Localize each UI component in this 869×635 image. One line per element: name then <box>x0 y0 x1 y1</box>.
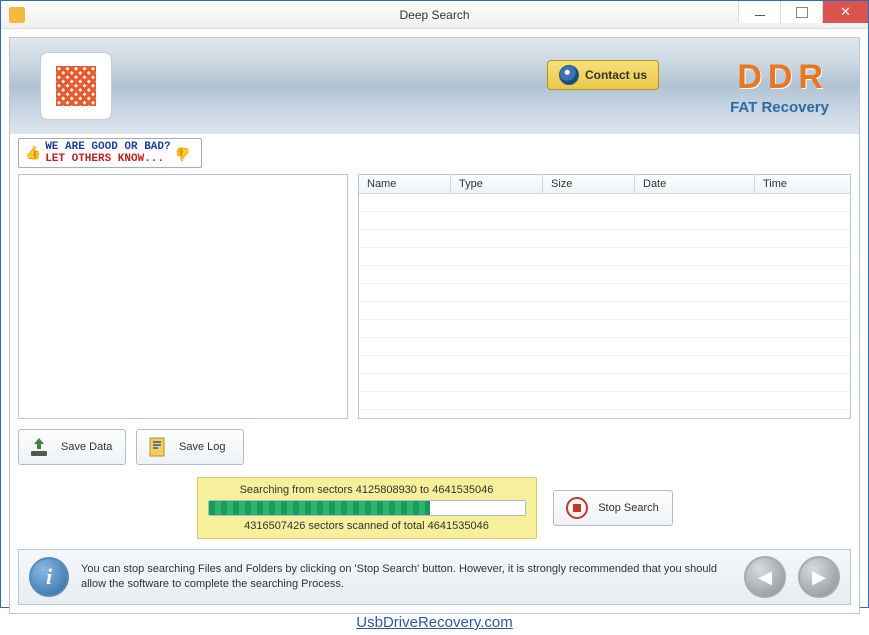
column-date[interactable]: Date <box>635 175 755 193</box>
save-log-icon <box>145 435 169 459</box>
progress-text-bottom: 4316507426 sectors scanned of total 4641… <box>208 520 526 532</box>
table-row <box>359 194 850 212</box>
info-bar: i You can stop searching Files and Folde… <box>18 549 851 605</box>
main-panels: Name Type Size Date Time <box>10 174 859 419</box>
save-data-button[interactable]: Save Data <box>18 429 126 465</box>
table-row <box>359 356 850 374</box>
titlebar[interactable]: Deep Search <box>1 1 868 29</box>
application-window: Deep Search Contact us DDR FAT Recovery <box>0 0 869 608</box>
list-body[interactable] <box>359 194 850 416</box>
body: Contact us DDR FAT Recovery 👍 WE ARE GOO… <box>1 29 868 607</box>
rating-line1: WE ARE GOOD OR BAD? <box>45 141 170 153</box>
save-log-button[interactable]: Save Log <box>136 429 244 465</box>
table-row <box>359 392 850 410</box>
stop-icon <box>566 497 588 519</box>
logo-pattern-icon <box>56 66 96 106</box>
app-logo <box>40 52 112 120</box>
table-row <box>359 338 850 356</box>
info-icon: i <box>29 557 69 597</box>
table-row <box>359 374 850 392</box>
thumbs-up-icon: 👍 <box>25 146 41 161</box>
action-buttons: Save Data Save Log <box>10 419 859 473</box>
rating-line2: LET OTHERS KNOW... <box>45 153 164 165</box>
column-time[interactable]: Time <box>755 175 850 193</box>
thumbs-down-icon: 👍 <box>175 146 191 161</box>
table-row <box>359 266 850 284</box>
progress-section: Searching from sectors 4125808930 to 464… <box>10 473 859 549</box>
save-data-label: Save Data <box>61 441 112 453</box>
footer-link[interactable]: UsbDriveRecovery.com <box>0 614 869 631</box>
header-banner: Contact us DDR FAT Recovery <box>10 38 859 134</box>
table-row <box>359 248 850 266</box>
column-name[interactable]: Name <box>359 175 451 193</box>
column-size[interactable]: Size <box>543 175 635 193</box>
info-text: You can stop searching Files and Folders… <box>81 562 732 593</box>
contact-us-button[interactable]: Contact us <box>547 60 659 90</box>
forward-button[interactable]: ▶ <box>798 556 840 598</box>
maximize-button[interactable] <box>780 1 822 23</box>
progress-box: Searching from sectors 4125808930 to 464… <box>197 477 537 539</box>
progress-text-top: Searching from sectors 4125808930 to 464… <box>208 484 526 496</box>
table-row <box>359 320 850 338</box>
person-icon <box>559 65 579 85</box>
rating-banner[interactable]: 👍 WE ARE GOOD OR BAD? LET OTHERS KNOW...… <box>18 138 202 168</box>
app-icon <box>9 7 25 23</box>
brand-subtitle: FAT Recovery <box>730 99 829 116</box>
save-data-icon <box>27 435 51 459</box>
file-list-panel: Name Type Size Date Time <box>358 174 851 419</box>
list-header: Name Type Size Date Time <box>359 175 850 194</box>
progress-bar-fill <box>209 501 430 515</box>
column-type[interactable]: Type <box>451 175 543 193</box>
minimize-button[interactable] <box>738 1 780 23</box>
table-row <box>359 284 850 302</box>
table-row <box>359 302 850 320</box>
stop-label: Stop Search <box>598 502 659 514</box>
brand-block: DDR FAT Recovery <box>730 58 829 116</box>
window-title: Deep Search <box>399 8 469 22</box>
close-button[interactable] <box>822 1 868 23</box>
contact-label: Contact us <box>585 68 647 82</box>
save-log-label: Save Log <box>179 441 225 453</box>
back-button[interactable]: ◀ <box>744 556 786 598</box>
folder-tree-panel[interactable] <box>18 174 348 419</box>
brand-title: DDR <box>730 58 829 97</box>
stop-search-button[interactable]: Stop Search <box>553 490 673 526</box>
progress-bar <box>208 500 526 516</box>
table-row <box>359 230 850 248</box>
main-frame: Contact us DDR FAT Recovery 👍 WE ARE GOO… <box>9 37 860 614</box>
window-controls <box>738 1 868 23</box>
table-row <box>359 212 850 230</box>
